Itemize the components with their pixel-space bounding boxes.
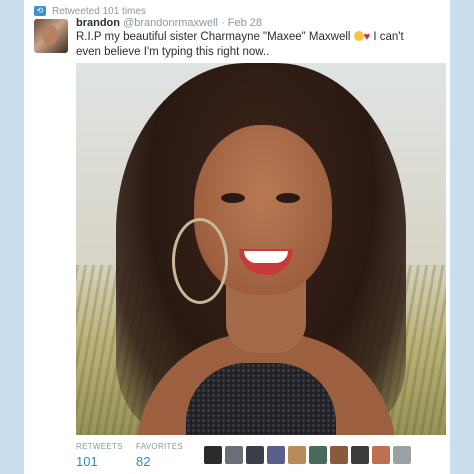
favoriter-avatar[interactable] [372, 446, 390, 464]
tweet-stats: RETWEETS 101 FAVORITES 82 [76, 442, 446, 474]
favoriter-avatar[interactable] [330, 446, 348, 464]
favoriter-avatar[interactable] [288, 446, 306, 464]
retweets-stat[interactable]: RETWEETS 101 [76, 442, 123, 469]
favorites-label: FAVORITES [136, 442, 184, 451]
favoriter-avatar[interactable] [309, 446, 327, 464]
favoriter-avatar[interactable] [204, 446, 222, 464]
avatar[interactable] [34, 19, 68, 53]
tweet-header: brandon @brandonrmaxwell · Feb 28 [76, 17, 262, 29]
crying-face-emoji-icon [353, 31, 364, 41]
retweet-banner: ⟲ Retweeted 101 times [34, 4, 146, 18]
tweet-text-before: R.I.P my beautiful sister Charmayne "Max… [76, 31, 351, 43]
retweet-banner-text: Retweeted 101 times [52, 5, 146, 17]
favoriter-avatar[interactable] [267, 446, 285, 464]
retweets-count: 101 [76, 454, 98, 469]
tweet-photo[interactable] [76, 63, 446, 435]
favoriter-avatar[interactable] [351, 446, 369, 464]
favorites-count: 82 [136, 454, 151, 469]
favoriter-avatar[interactable] [393, 446, 411, 464]
favorites-stat[interactable]: FAVORITES 82 [136, 442, 183, 469]
retweets-label: RETWEETS [76, 442, 123, 451]
favoriter-avatar[interactable] [246, 446, 264, 464]
user-handle[interactable]: @brandonrmaxwell [123, 17, 218, 29]
favoriter-avatars [204, 446, 411, 464]
tweet-text: R.I.P my beautiful sister Charmayne "Max… [76, 30, 416, 60]
retweet-icon: ⟲ [34, 6, 46, 16]
separator: · [221, 17, 225, 29]
favoriter-avatar[interactable] [225, 446, 243, 464]
tweet-date[interactable]: Feb 28 [228, 17, 262, 29]
user-name[interactable]: brandon [76, 17, 120, 29]
